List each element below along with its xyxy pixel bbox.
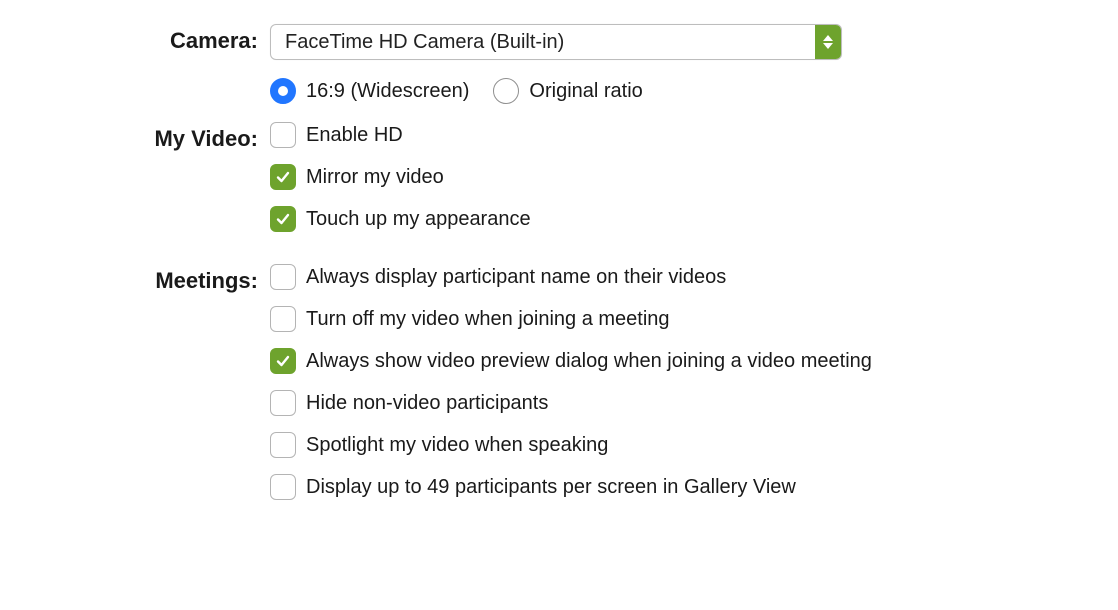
hide-non-video-label: Hide non-video participants — [306, 392, 548, 415]
camera-select[interactable]: FaceTime HD Camera (Built-in) — [270, 24, 842, 60]
dropdown-stepper-icon — [815, 25, 841, 59]
ratio-original-radio[interactable]: Original ratio — [493, 78, 642, 104]
my-video-controls: Enable HD Mirror my video Touch up my ap… — [270, 122, 1078, 232]
radio-icon — [493, 78, 519, 104]
camera-controls: FaceTime HD Camera (Built-in) — [270, 24, 1078, 60]
camera-select-value: FaceTime HD Camera (Built-in) — [271, 25, 815, 59]
checkbox-icon — [270, 348, 296, 374]
aspect-ratio-group: 16:9 (Widescreen) Original ratio — [270, 78, 1078, 104]
ratio-widescreen-radio[interactable]: 16:9 (Widescreen) — [270, 78, 469, 104]
display-participant-name-label: Always display participant name on their… — [306, 266, 726, 289]
ratio-widescreen-label: 16:9 (Widescreen) — [306, 80, 469, 103]
display-49-gallery-label: Display up to 49 participants per screen… — [306, 476, 796, 499]
checkbox-icon — [270, 474, 296, 500]
spotlight-speaking-checkbox[interactable]: Spotlight my video when speaking — [270, 432, 1078, 458]
checkbox-icon — [270, 390, 296, 416]
camera-label: Camera: — [170, 24, 258, 54]
touch-up-checkbox[interactable]: Touch up my appearance — [270, 206, 1078, 232]
mirror-video-label: Mirror my video — [306, 166, 444, 189]
checkbox-icon — [270, 164, 296, 190]
spotlight-speaking-label: Spotlight my video when speaking — [306, 434, 608, 457]
enable-hd-checkbox[interactable]: Enable HD — [270, 122, 1078, 148]
turn-off-video-joining-label: Turn off my video when joining a meeting — [306, 308, 670, 331]
ratio-original-label: Original ratio — [529, 80, 642, 103]
meetings-label: Meetings: — [155, 250, 258, 294]
meetings-controls: Always display participant name on their… — [270, 250, 1078, 500]
aspect-ratio-controls: 16:9 (Widescreen) Original ratio — [270, 78, 1078, 104]
my-video-label: My Video: — [154, 122, 258, 152]
show-preview-dialog-checkbox[interactable]: Always show video preview dialog when jo… — [270, 348, 1078, 374]
display-49-gallery-checkbox[interactable]: Display up to 49 participants per screen… — [270, 474, 1078, 500]
checkbox-icon — [270, 206, 296, 232]
display-participant-name-checkbox[interactable]: Always display participant name on their… — [270, 264, 1078, 290]
show-preview-dialog-label: Always show video preview dialog when jo… — [306, 350, 872, 373]
enable-hd-label: Enable HD — [306, 124, 403, 147]
checkbox-icon — [270, 122, 296, 148]
touch-up-label: Touch up my appearance — [306, 208, 531, 231]
radio-icon — [270, 78, 296, 104]
checkbox-icon — [270, 264, 296, 290]
checkbox-icon — [270, 306, 296, 332]
checkbox-icon — [270, 432, 296, 458]
hide-non-video-checkbox[interactable]: Hide non-video participants — [270, 390, 1078, 416]
mirror-video-checkbox[interactable]: Mirror my video — [270, 164, 1078, 190]
video-settings-form: Camera: FaceTime HD Camera (Built-in) 16… — [40, 24, 1078, 500]
turn-off-video-joining-checkbox[interactable]: Turn off my video when joining a meeting — [270, 306, 1078, 332]
